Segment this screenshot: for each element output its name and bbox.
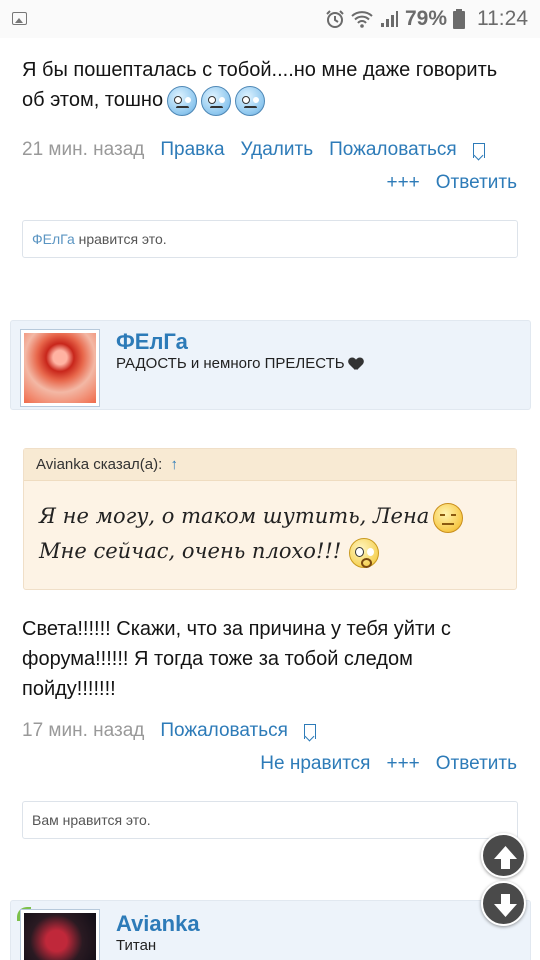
- battery-percent: 79%: [404, 7, 447, 30]
- likes-text: нравится это.: [74, 231, 167, 247]
- post-actions: +++ Ответить: [386, 170, 517, 196]
- liker-link[interactable]: ФЕлГа: [32, 231, 75, 247]
- author-title: Титан: [116, 937, 157, 954]
- shocked-smiley-icon: [349, 537, 380, 568]
- quote-header: Avianka сказал(а): ↑: [24, 449, 516, 481]
- clock: 11:24: [477, 7, 528, 30]
- image-notification-icon: [12, 12, 27, 25]
- wifi-icon: [351, 11, 373, 28]
- status-bar: 79% 11:24: [0, 0, 540, 38]
- quote-author: Avianka сказал(а):: [36, 456, 163, 473]
- post-time: 21 мин. назад: [22, 139, 145, 160]
- quote-block: Avianka сказал(а): ↑ Я не могу, о таком …: [23, 448, 517, 590]
- post-meta: 17 мин. назад Пожаловаться: [22, 718, 518, 744]
- plus-rating-link[interactable]: +++: [386, 753, 419, 775]
- quote-text: Я не могу, о таком шутить, ЛенаМне сейча…: [39, 499, 504, 569]
- delete-link[interactable]: Удалить: [241, 139, 314, 161]
- quote-source-arrow-icon[interactable]: ↑: [170, 456, 178, 473]
- scroll-down-button[interactable]: [481, 881, 526, 926]
- unlike-link[interactable]: Не нравится: [260, 753, 370, 775]
- black-heart-icon: [349, 358, 363, 371]
- post-author-header: ФЕлГа РАДОСТЬ и немного ПРЕЛЕСТЬ: [10, 320, 531, 410]
- bookmark-icon[interactable]: [472, 142, 485, 158]
- report-link[interactable]: Пожаловаться: [160, 720, 288, 742]
- post-actions: Не нравится +++ Ответить: [260, 751, 517, 777]
- plus-rating-link[interactable]: +++: [386, 172, 419, 194]
- author-name[interactable]: Avianka: [116, 911, 200, 937]
- post-time: 17 мин. назад: [22, 720, 145, 741]
- likes-summary: Вам нравится это.: [22, 801, 518, 839]
- bookmark-icon[interactable]: [303, 723, 316, 739]
- frozen-smiley-icon: [235, 85, 266, 116]
- avatar[interactable]: [20, 329, 100, 407]
- author-title: РАДОСТЬ и немного ПРЕЛЕСТЬ: [116, 355, 363, 372]
- post-message: Я бы пошепталась с тобой....но мне даже …: [22, 55, 522, 116]
- signal-icon: [380, 11, 398, 27]
- avatar[interactable]: [20, 909, 100, 960]
- post-meta: 21 мин. назад Правка Удалить Пожаловатьс…: [22, 137, 518, 163]
- post-author-header: Avianka Титан: [10, 900, 531, 960]
- status-icons: 79% 11:24: [325, 4, 528, 34]
- arrow-up-icon: [494, 846, 517, 869]
- battery-icon: [453, 9, 465, 29]
- edit-link[interactable]: Правка: [160, 139, 224, 161]
- reply-link[interactable]: Ответить: [436, 753, 517, 775]
- author-name[interactable]: ФЕлГа: [116, 329, 188, 355]
- sad-smiley-icon: [433, 502, 464, 533]
- likes-summary: ФЕлГа нравится это.: [22, 220, 518, 258]
- arrow-down-icon: [494, 894, 517, 917]
- report-link[interactable]: Пожаловаться: [329, 139, 457, 161]
- scroll-up-button[interactable]: [481, 833, 526, 878]
- alarm-icon: [326, 10, 344, 28]
- reply-link[interactable]: Ответить: [436, 172, 517, 194]
- frozen-smiley-icon: [201, 85, 232, 116]
- post-message: Света!!!!!! Скажи, что за причина у тебя…: [22, 618, 451, 700]
- frozen-smiley-icon: [167, 85, 198, 116]
